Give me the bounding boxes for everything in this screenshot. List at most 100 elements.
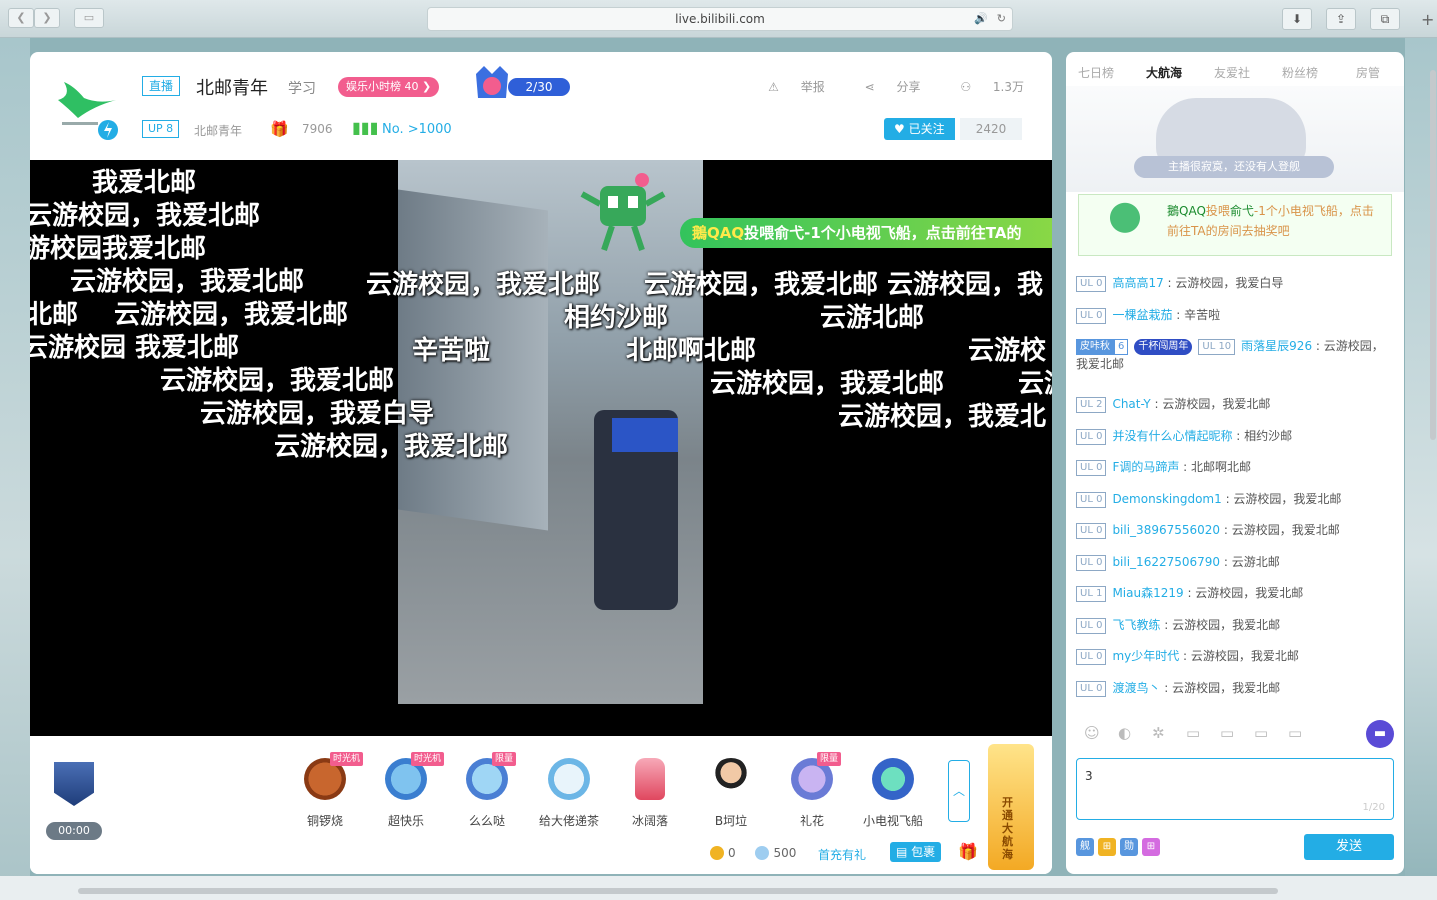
danmaku: 云游: [1018, 369, 1052, 399]
pk-badge-icon[interactable]: [54, 762, 94, 806]
hourly-rank-button[interactable]: 娱乐小时榜 40 ❯: [338, 77, 440, 97]
share-page-icon[interactable]: ⇪: [1326, 8, 1356, 30]
gift-lottery-notice[interactable]: 鵝QAQ投喂俞弋-1个小电视飞船，点击前往TA的房间去抽奖吧: [1078, 194, 1392, 256]
reload-icon[interactable]: ↻: [997, 8, 1006, 30]
vip-mini-badge[interactable]: ⊞: [1098, 838, 1116, 856]
danmaku: 云游校园，我爱白导: [200, 399, 435, 429]
gift-icon: 🎁: [270, 120, 289, 138]
horizontal-scrollbar[interactable]: [78, 888, 1278, 894]
tab-guard[interactable]: 大航海: [1146, 64, 1182, 81]
chat-username[interactable]: 渡渡鸟丶: [1112, 681, 1160, 695]
up-name[interactable]: 北邮青年: [194, 122, 242, 139]
palette-icon[interactable]: ◐: [1118, 724, 1131, 742]
tab-seven-day[interactable]: 七日榜: [1078, 64, 1114, 81]
user-level-badge: UL 0: [1076, 617, 1107, 634]
chat-input[interactable]: 3 1/20: [1076, 758, 1394, 820]
gift-item[interactable]: 限量 礼花: [773, 752, 851, 829]
gift-item[interactable]: 时光机 超快乐: [367, 752, 445, 829]
notice-text: 鵝QAQ投喂俞弋-1个小电视飞船，点击前往TA的房间去抽奖吧: [1167, 201, 1383, 241]
screen-icon[interactable]: ▭: [1186, 724, 1200, 742]
chat-username[interactable]: Chat-Y: [1112, 397, 1150, 411]
gift-item[interactable]: 冰阔落: [611, 752, 689, 829]
gift-box-icon[interactable]: 🎁: [958, 842, 978, 861]
gold-coin-icon: [710, 846, 724, 860]
danmaku: 辛苦啦: [412, 336, 491, 366]
user-level-badge: UL 0: [1076, 523, 1107, 539]
gear-icon[interactable]: ✲: [1152, 724, 1165, 742]
chat-username[interactable]: 雨落星辰926: [1241, 339, 1312, 353]
gift-item[interactable]: 限量 么么哒: [448, 752, 526, 829]
medal-badges: 舰 ⊞ 勋 ⊞: [1076, 834, 1164, 856]
danmaku: 云游校园，我爱北: [838, 402, 1047, 432]
new-tab-icon[interactable]: +: [1421, 10, 1437, 29]
chat-username[interactable]: 高高高17: [1112, 276, 1163, 290]
emoji-icon[interactable]: ☺: [1084, 724, 1100, 742]
chat-username[interactable]: bili_16227506790: [1112, 555, 1220, 569]
tabs-overview-icon[interactable]: ⧉: [1370, 8, 1400, 30]
chat-message: UL 0 飞飞教练 : 云游校园，我爱北邮: [1076, 616, 1394, 648]
rank-bar-icon: ▮▮▮: [352, 118, 379, 137]
chat-username[interactable]: F调的马蹄声: [1112, 460, 1179, 474]
title-mini-badge[interactable]: ⊞: [1142, 838, 1160, 856]
tab-fan-club[interactable]: 友爱社: [1214, 64, 1250, 81]
notice-user: 鵝QAQ: [1167, 204, 1206, 218]
chat-history[interactable]: UL 0 高高高17 : 云游校园，我爱白导 UL 0 一棵盆栽茄 : 辛苦啦 皮咔…: [1076, 274, 1394, 710]
chat-text: 云游校园，我爱北邮: [1172, 680, 1281, 695]
tab-fans[interactable]: 粉丝榜: [1282, 64, 1318, 81]
send-button[interactable]: 发送: [1304, 834, 1394, 860]
gift-name: 给大佬递茶: [538, 814, 599, 828]
gift-item[interactable]: 时光机 铜锣烧: [286, 752, 364, 829]
share-button[interactable]: ⋖ 分享: [847, 80, 921, 94]
fan-medal[interactable]: 皮咔秋: [1076, 339, 1114, 355]
room-category-link[interactable]: 学习: [288, 78, 316, 98]
screen-icon[interactable]: ▭: [1220, 724, 1234, 742]
screen-icon[interactable]: ▭: [1288, 724, 1302, 742]
download-icon[interactable]: ⬇: [1282, 8, 1312, 30]
vertical-scrollbar[interactable]: [1430, 70, 1436, 440]
back-icon[interactable]: ❮: [8, 8, 34, 28]
guard-mini-badge[interactable]: 舰: [1076, 838, 1094, 856]
report-button[interactable]: ⚠ 举报: [750, 80, 825, 94]
url-bar[interactable]: live.bilibili.com 🔊 ↻: [427, 7, 1013, 31]
sticker-icon[interactable]: ▬: [1366, 720, 1394, 748]
chat-username[interactable]: 飞飞教练: [1112, 618, 1160, 632]
chat-username[interactable]: Demonskingdom1: [1112, 492, 1221, 506]
gift-item[interactable]: B坷垃: [692, 752, 770, 829]
gift-name: 冰阔落: [631, 814, 668, 828]
video-player[interactable]: 鵝QAQ投喂俞弋-1个小电视飞船，点击前往TA的 我爱北邮 云游校园，我爱北邮 …: [30, 160, 1052, 736]
expand-gifts-button[interactable]: ︿: [948, 760, 970, 822]
tab-admins[interactable]: 房管: [1356, 64, 1380, 81]
package-button[interactable]: ▤ 包裹: [890, 842, 942, 862]
forward-icon[interactable]: ❯: [34, 8, 60, 28]
guard-empty-state: 主播很寂寞，还没有人登舰: [1066, 86, 1404, 192]
warning-icon: ⚠: [768, 80, 779, 94]
chat-username[interactable]: 并没有什么心情起昵称: [1112, 429, 1232, 443]
browser-toolbar: ❮ ❯ ▭ live.bilibili.com 🔊 ↻ ⬇ ⇪ ⧉ +: [0, 0, 1437, 38]
gift-notice-banner[interactable]: 鵝QAQ投喂俞弋-1个小电视飞船，点击前往TA的: [680, 218, 1052, 248]
audio-icon[interactable]: 🔊: [974, 8, 988, 30]
follower-count: 2420: [960, 118, 1022, 140]
rank-value[interactable]: No. >1000: [382, 122, 452, 137]
chat-username[interactable]: my少年时代: [1112, 649, 1179, 663]
chat-username[interactable]: Miau森1219: [1112, 586, 1183, 600]
gift-item[interactable]: 给大佬递茶: [530, 752, 608, 829]
guard-empty-text: 主播很寂寞，还没有人登舰: [1134, 156, 1334, 178]
gift-bar: 00:00 时光机 铜锣烧 时光机 超快乐 限量 么么哒 给大佬递茶 冰阔落 B…: [30, 736, 1052, 874]
chat-username[interactable]: 一棵盆栽茄: [1112, 308, 1172, 322]
follow-button[interactable]: ♥ 已关注: [884, 118, 955, 140]
chat-message: UL 0 高高高17 : 云游校园，我爱白导: [1076, 274, 1394, 306]
gold-count: 0: [728, 846, 736, 860]
open-guard-button[interactable]: 开通大航海: [988, 744, 1034, 870]
recharge-link[interactable]: 首充有礼: [818, 846, 866, 863]
danmaku: 云游北邮: [820, 303, 925, 333]
sidebar-toggle-icon[interactable]: ▭: [74, 8, 104, 28]
chat-username[interactable]: bili_38967556020: [1112, 523, 1220, 537]
pk-timer: 00:00: [46, 822, 102, 840]
medal-mini-badge[interactable]: 勋: [1120, 838, 1138, 856]
danmaku: 云游校园 我爱北邮: [30, 333, 240, 363]
gift-item[interactable]: 小电视飞船: [854, 752, 932, 829]
danmaku: 云游校园，我爱北邮: [274, 432, 509, 462]
screen-icon[interactable]: ▭: [1254, 724, 1268, 742]
char-count: 1/20: [1362, 802, 1385, 813]
guard-badge[interactable]: 2/30: [470, 64, 570, 106]
